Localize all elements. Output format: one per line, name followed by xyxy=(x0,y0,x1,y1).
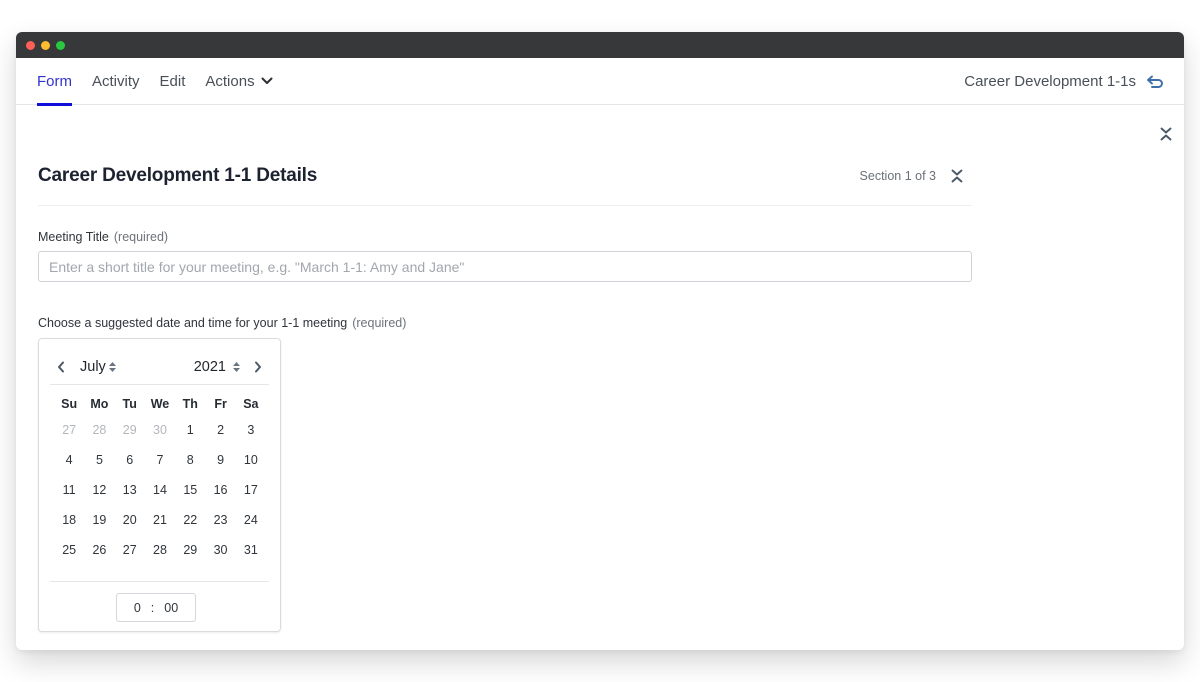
top-nav: Form Activity Edit Actions Career Develo… xyxy=(16,58,1184,106)
year-value: 2021 xyxy=(193,358,226,375)
section-meta: Section 1 of 3 xyxy=(860,168,972,184)
calendar-day[interactable]: 8 xyxy=(175,445,205,475)
calendar-day[interactable]: 13 xyxy=(115,475,145,505)
calendar-day[interactable]: 1 xyxy=(175,415,205,445)
calendar-day[interactable]: 21 xyxy=(145,505,175,535)
minute-input[interactable]: 00 xyxy=(164,601,178,615)
sort-arrows-icon xyxy=(232,361,241,373)
next-month-button[interactable] xyxy=(247,356,269,378)
calendar-day[interactable]: 2 xyxy=(205,415,235,445)
tab-actions-dropdown[interactable]: Actions xyxy=(205,58,273,105)
title-bar xyxy=(16,32,1184,58)
month-value: July xyxy=(80,358,106,375)
calendar-day[interactable]: 17 xyxy=(236,475,266,505)
calendar-day[interactable]: 18 xyxy=(54,505,84,535)
calendar-day[interactable]: 7 xyxy=(145,445,175,475)
required-indicator: (required) xyxy=(113,230,169,244)
app-window: Form Activity Edit Actions Career Develo… xyxy=(16,32,1184,650)
tab-actions-label: Actions xyxy=(205,72,255,90)
tab-form[interactable]: Form xyxy=(37,58,72,106)
hour-input[interactable]: 0 xyxy=(134,601,141,615)
section-title: Career Development 1-1 Details xyxy=(38,164,318,186)
calendar-divider xyxy=(50,581,269,582)
calendar-day[interactable]: 24 xyxy=(236,505,266,535)
sort-arrows-icon xyxy=(108,361,117,373)
calendar-day[interactable]: 23 xyxy=(205,505,235,535)
calendar-day[interactable]: 3 xyxy=(236,415,266,445)
calendar-day[interactable]: 14 xyxy=(145,475,175,505)
tab-activity[interactable]: Activity xyxy=(92,58,140,105)
calendar-day[interactable]: 19 xyxy=(84,505,114,535)
calendar-day[interactable]: 4 xyxy=(54,445,84,475)
weekday-header: Th xyxy=(182,397,198,411)
calendar-day[interactable]: 15 xyxy=(175,475,205,505)
tab-edit-label: Edit xyxy=(159,72,186,90)
time-input[interactable]: 0 : 00 xyxy=(116,593,196,622)
calendar-day[interactable]: 26 xyxy=(84,535,114,565)
calendar-day[interactable]: 10 xyxy=(236,445,266,475)
date-picker: July 2021 Su Mo Tu We Th Fr Sa 27 28 29 … xyxy=(38,338,281,632)
chevron-down-icon xyxy=(261,77,273,85)
weekday-header: Su xyxy=(61,397,78,411)
date-time-label: Choose a suggested date and time for you… xyxy=(38,316,972,330)
window-close-button[interactable] xyxy=(26,40,35,50)
calendar-day[interactable]: 29 xyxy=(175,535,205,565)
tab-form-label: Form xyxy=(37,72,72,90)
weekday-header: Sa xyxy=(243,397,259,411)
workflow-name: Career Development 1-1s xyxy=(964,73,1136,90)
calendar-day-outside-month[interactable]: 27 xyxy=(54,415,84,445)
calendar-grid: Su Mo Tu We Th Fr Sa 27 28 29 30 1 2 3 4 5 6 7 8 9 10 11 12 13 1… xyxy=(54,393,266,565)
calendar-day-outside-month[interactable]: 28 xyxy=(84,415,114,445)
calendar-day[interactable]: 25 xyxy=(54,535,84,565)
workflow-link[interactable]: Career Development 1-1s xyxy=(964,58,1164,105)
required-indicator: (required) xyxy=(352,316,407,330)
calendar-day[interactable]: 30 xyxy=(205,535,235,565)
calendar-day[interactable]: 11 xyxy=(54,475,84,505)
window-minimize-button[interactable] xyxy=(41,40,50,50)
section-header: Career Development 1-1 Details Section 1… xyxy=(38,152,972,206)
calendar-day[interactable]: 31 xyxy=(236,535,266,565)
meeting-title-label: Meeting Title (required) xyxy=(38,230,972,244)
window-zoom-button[interactable] xyxy=(56,40,65,50)
return-arrow-icon xyxy=(1146,75,1164,89)
weekday-header: We xyxy=(150,397,170,411)
meeting-title-label-text: Meeting Title xyxy=(38,230,109,244)
collapse-all-button[interactable] xyxy=(1158,126,1174,142)
calendar-day[interactable]: 28 xyxy=(145,535,175,565)
calendar-day[interactable]: 22 xyxy=(175,505,205,535)
month-select[interactable]: July xyxy=(80,359,117,375)
calendar-day[interactable]: 12 xyxy=(84,475,114,505)
weekday-header: Fr xyxy=(214,397,227,411)
time-separator: : xyxy=(150,600,155,615)
prev-month-button[interactable] xyxy=(50,356,72,378)
weekday-header: Tu xyxy=(122,397,137,411)
weekday-header: Mo xyxy=(90,397,109,411)
tab-activity-label: Activity xyxy=(92,72,140,90)
date-time-label-text: Choose a suggested date and time for you… xyxy=(38,316,348,330)
calendar-header: July 2021 xyxy=(50,349,269,385)
calendar-day[interactable]: 20 xyxy=(115,505,145,535)
section-collapse-button[interactable] xyxy=(950,168,964,184)
calendar-day-outside-month[interactable]: 29 xyxy=(115,415,145,445)
meeting-title-input[interactable] xyxy=(38,251,972,282)
form-content: Career Development 1-1 Details Section 1… xyxy=(38,152,972,632)
calendar-day[interactable]: 27 xyxy=(115,535,145,565)
year-select[interactable]: 2021 xyxy=(194,359,241,375)
calendar-day[interactable]: 5 xyxy=(84,445,114,475)
chevron-left-icon xyxy=(57,361,65,373)
section-progress: Section 1 of 3 xyxy=(859,168,936,183)
chevron-right-icon xyxy=(254,361,262,373)
calendar-day-outside-month[interactable]: 30 xyxy=(145,415,175,445)
calendar-day[interactable]: 6 xyxy=(115,445,145,475)
calendar-day[interactable]: 9 xyxy=(205,445,235,475)
calendar-day[interactable]: 16 xyxy=(205,475,235,505)
collapse-chevrons-icon xyxy=(1158,127,1174,146)
tab-edit[interactable]: Edit xyxy=(160,58,186,105)
collapse-chevrons-icon xyxy=(950,168,964,184)
